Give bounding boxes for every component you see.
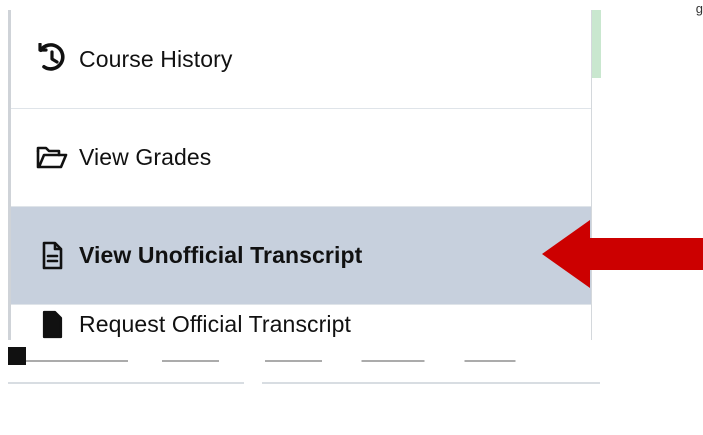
menu-item-label: Request Official Transcript [79,311,351,337]
menu-item-request-official-transcript[interactable]: Request Official Transcript [11,304,591,344]
divider-line [262,382,600,384]
distorted-overlay [8,344,596,372]
menu-item-label: View Unofficial Transcript [79,242,363,268]
menu-item-view-grades[interactable]: View Grades [11,108,591,206]
callout-arrow [542,220,703,288]
menu-item-view-unofficial-transcript[interactable]: View Unofficial Transcript [11,206,591,304]
menu-panel: Course History View Grades View Unoffici… [8,10,592,340]
document-icon [35,239,69,273]
divider-line [8,382,244,384]
top-right-text: g [695,1,703,16]
menu-item-label: Course History [79,45,233,72]
menu-item-course-history[interactable]: Course History [11,10,591,108]
document-icon [35,308,69,342]
menu-item-label: View Grades [79,144,212,170]
folder-open-icon [35,141,69,175]
history-icon [35,42,69,76]
distorted-overlay-block [8,347,26,366]
